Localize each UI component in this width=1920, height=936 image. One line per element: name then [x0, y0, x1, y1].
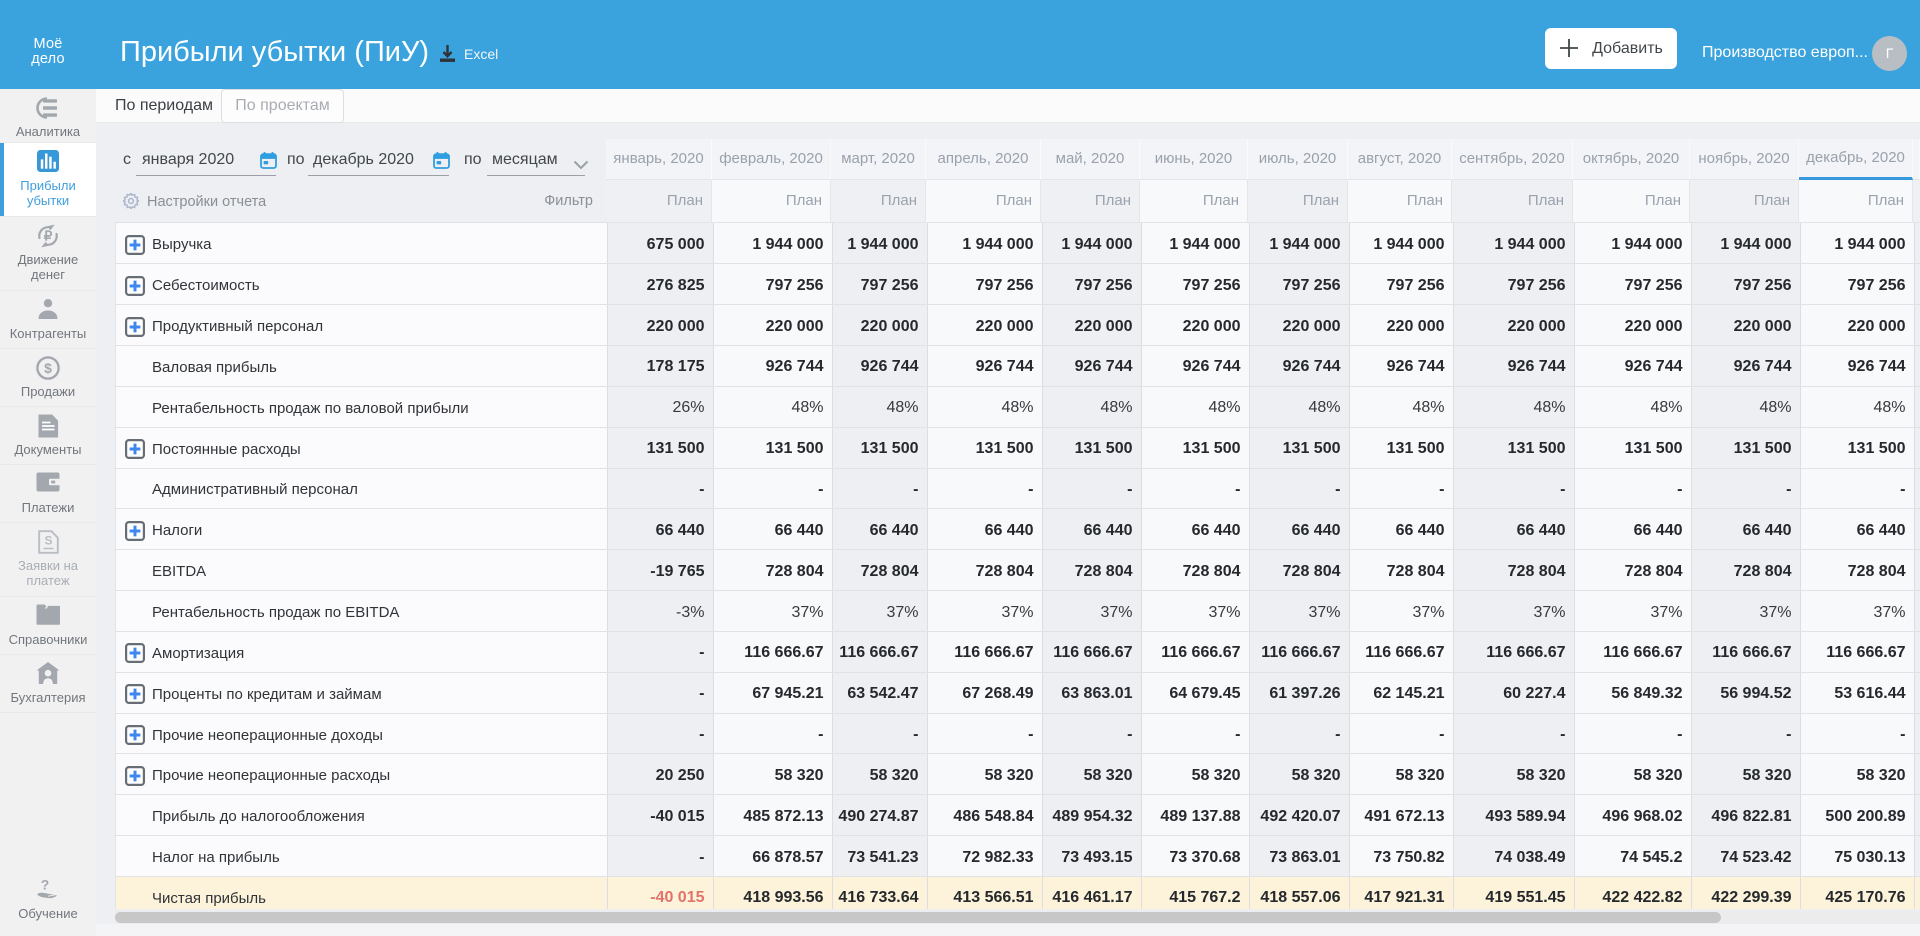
svg-text:?: ? — [41, 878, 50, 893]
svg-text:₽: ₽ — [44, 229, 53, 244]
svg-text:S: S — [44, 534, 52, 548]
svg-text:$: $ — [44, 360, 52, 376]
